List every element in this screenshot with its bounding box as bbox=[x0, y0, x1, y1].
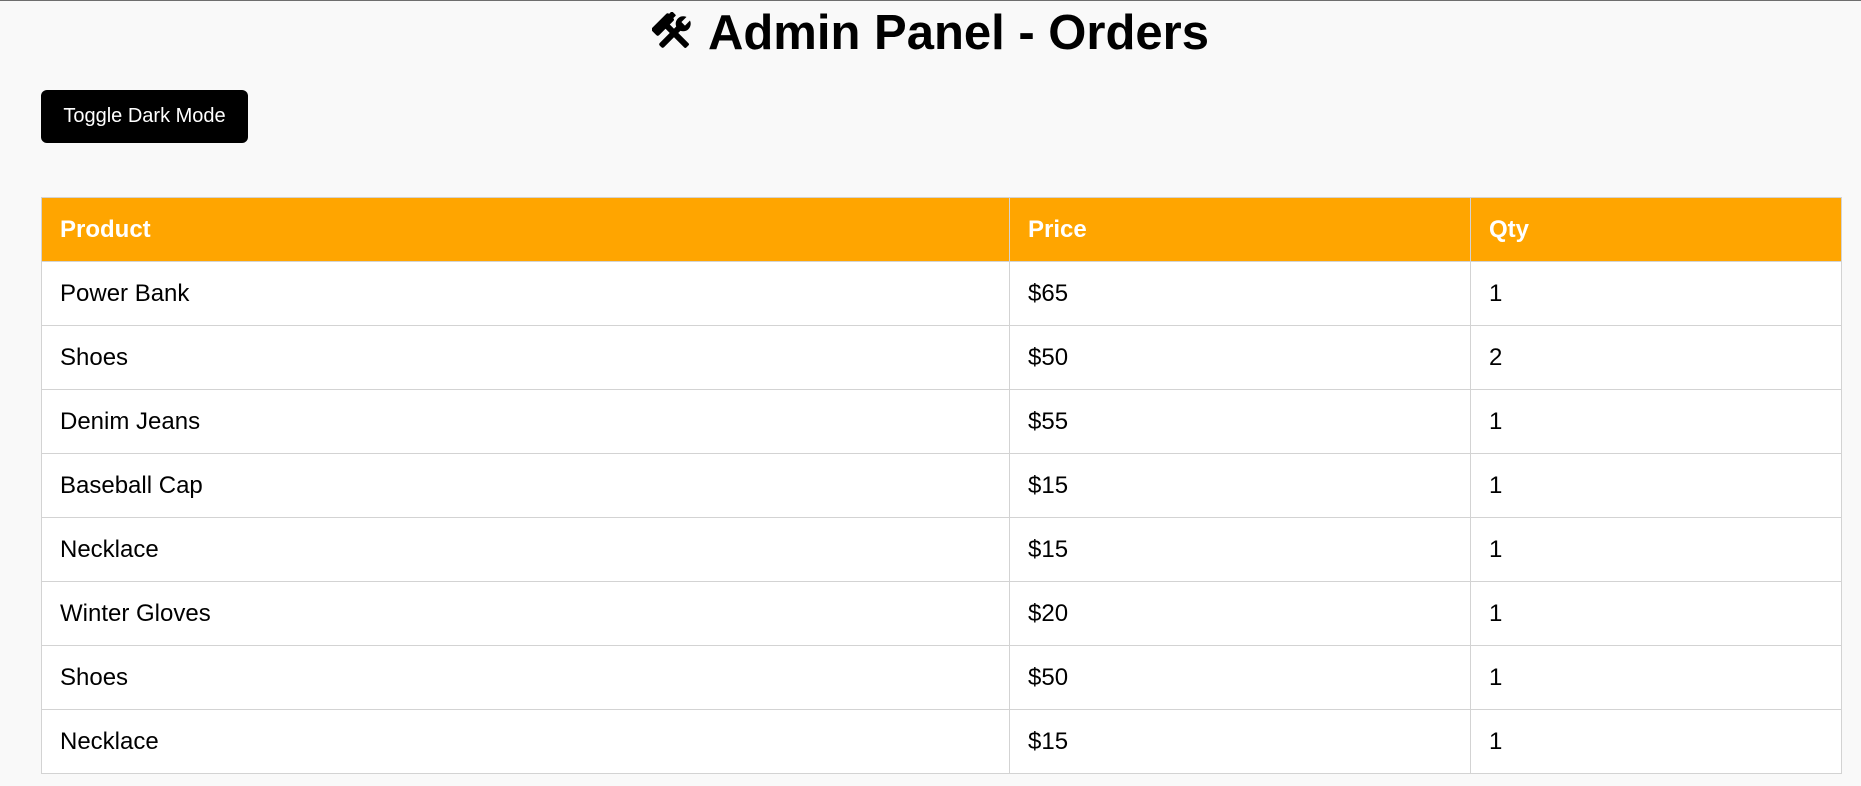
cell-price: $50 bbox=[1009, 645, 1471, 710]
cell-price: $15 bbox=[1009, 517, 1471, 582]
cell-qty: 1 bbox=[1470, 261, 1842, 326]
cell-qty: 1 bbox=[1470, 645, 1842, 710]
column-header-product[interactable]: Product bbox=[41, 197, 1010, 262]
hammer-and-wrench-icon bbox=[651, 12, 696, 54]
cell-qty: 1 bbox=[1470, 453, 1842, 518]
cell-product: Necklace bbox=[41, 517, 1010, 582]
toggle-dark-mode-button[interactable]: Toggle Dark Mode bbox=[41, 90, 248, 143]
cell-product: Power Bank bbox=[41, 261, 1010, 326]
cell-product: Baseball Cap bbox=[41, 453, 1010, 518]
table-row[interactable]: Winter Gloves $20 1 bbox=[41, 581, 1842, 646]
page-title-text: Admin Panel - Orders bbox=[707, 5, 1209, 60]
table-row[interactable]: Shoes $50 1 bbox=[41, 645, 1842, 710]
cell-price: $15 bbox=[1009, 709, 1471, 774]
table-header-row: Product Price Qty bbox=[41, 197, 1842, 262]
cell-product: Denim Jeans bbox=[41, 389, 1010, 454]
cell-product: Necklace bbox=[41, 709, 1010, 774]
table-row[interactable]: Shoes $50 2 bbox=[41, 325, 1842, 390]
column-header-qty[interactable]: Qty bbox=[1470, 197, 1842, 262]
table-row[interactable]: Power Bank $65 1 bbox=[41, 261, 1842, 326]
cell-qty: 2 bbox=[1470, 325, 1842, 390]
cell-qty: 1 bbox=[1470, 581, 1842, 646]
cell-product: Shoes bbox=[41, 325, 1010, 390]
column-header-price[interactable]: Price bbox=[1009, 197, 1471, 262]
page-title: Admin Panel - Orders bbox=[0, 1, 1861, 58]
table-row[interactable]: Necklace $15 1 bbox=[41, 709, 1842, 774]
cell-price: $15 bbox=[1009, 453, 1471, 518]
table-row[interactable]: Denim Jeans $55 1 bbox=[41, 389, 1842, 454]
cell-qty: 1 bbox=[1470, 389, 1842, 454]
orders-table: Product Price Qty Power Bank $65 1 Shoes… bbox=[41, 197, 1842, 774]
cell-qty: 1 bbox=[1470, 709, 1842, 774]
cell-price: $20 bbox=[1009, 581, 1471, 646]
cell-product: Winter Gloves bbox=[41, 581, 1010, 646]
cell-qty: 1 bbox=[1470, 517, 1842, 582]
cell-price: $65 bbox=[1009, 261, 1471, 326]
cell-product: Shoes bbox=[41, 645, 1010, 710]
cell-price: $50 bbox=[1009, 325, 1471, 390]
table-row[interactable]: Baseball Cap $15 1 bbox=[41, 453, 1842, 518]
cell-price: $55 bbox=[1009, 389, 1471, 454]
table-row[interactable]: Necklace $15 1 bbox=[41, 517, 1842, 582]
